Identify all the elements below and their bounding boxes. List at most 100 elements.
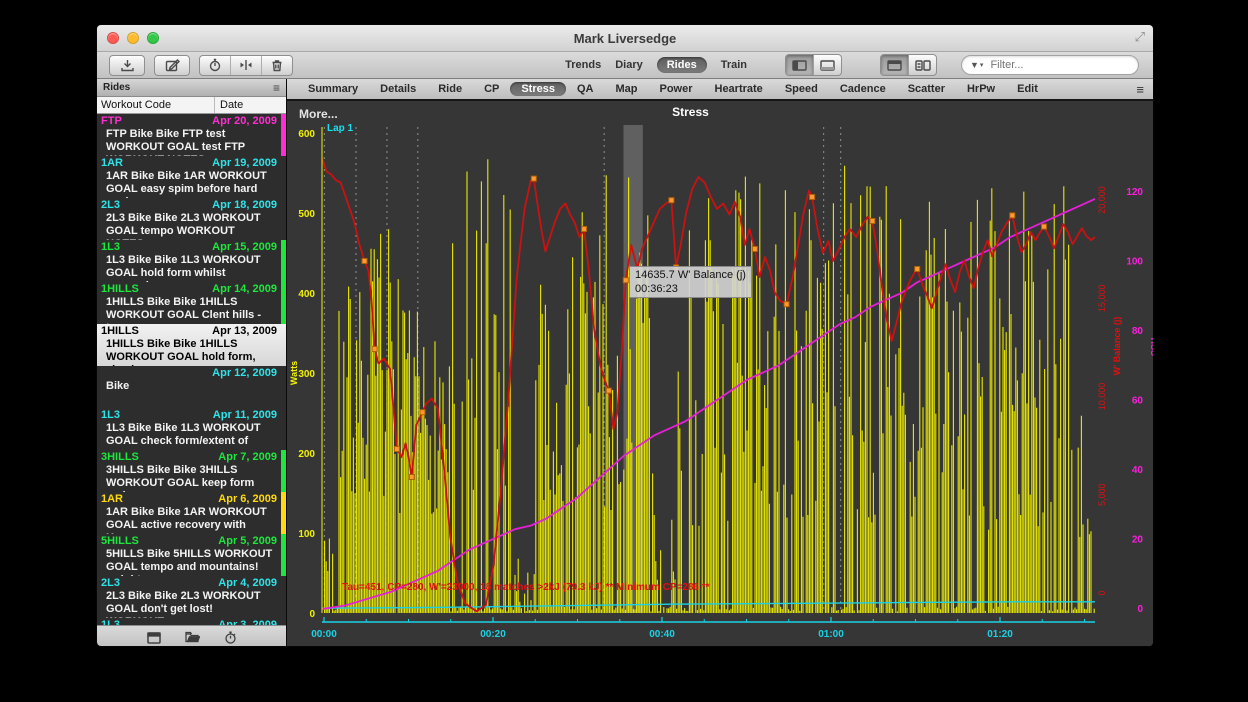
delete-button[interactable] <box>261 56 292 75</box>
main-panel: SummaryDetailsRideCPStressQAMapPowerHear… <box>287 79 1153 647</box>
match-marker <box>784 302 789 307</box>
watts-tick-label: 500 <box>298 209 315 220</box>
compose-icon <box>165 59 180 72</box>
bottombar-layout-icon <box>820 60 835 71</box>
filter-funnel-icon: ▼ <box>970 60 980 70</box>
tiss-tick-label: 120 <box>1126 187 1143 198</box>
app-window: Mark Liversedge ⤢ <box>96 24 1154 647</box>
lap-marker-label: Lap 1 <box>327 123 353 134</box>
stopwatch-tool-icon[interactable] <box>224 631 237 644</box>
match-marker <box>915 267 920 272</box>
single-window-icon <box>887 60 902 71</box>
stress-plot[interactable]: 0100200300400500600Watts00:0000:2000:400… <box>287 101 1154 647</box>
view-diary[interactable]: Diary <box>615 59 643 71</box>
content-area: Rides ≡ Workout Code Date FTPApr 20, 200… <box>97 79 1153 647</box>
ride-item[interactable]: Apr 12, 2009Bike <box>97 366 286 408</box>
ride-item[interactable]: 2L3Apr 4, 20092L3 Bike Bike 2L3 WORKOUT … <box>97 576 286 618</box>
chart-menu-icon[interactable]: ≡ <box>1136 82 1144 97</box>
filter-field[interactable]: ▼ ▾ <box>961 55 1139 75</box>
time-tick-label: 00:40 <box>649 629 675 640</box>
ride-date: Apr 15, 2009 <box>212 241 277 254</box>
single-view-button[interactable] <box>881 55 908 75</box>
column-date[interactable]: Date <box>215 99 286 111</box>
time-tick-label: 01:00 <box>818 629 844 640</box>
tab-heartrate[interactable]: Heartrate <box>704 83 774 95</box>
main-toolbar: Trends Diary Rides Train <box>97 52 1153 79</box>
zoom-button[interactable] <box>147 32 159 44</box>
calendar-icon[interactable] <box>147 631 161 644</box>
stress-chart-pane[interactable]: 0100200300400500600Watts00:0000:2000:400… <box>287 101 1153 647</box>
ride-item[interactable]: 1L3Apr 3, 2009 <box>97 618 286 625</box>
tiled-windows-icon <box>915 60 931 71</box>
tab-scatter[interactable]: Scatter <box>897 83 956 95</box>
match-marker <box>409 475 414 480</box>
ride-item[interactable]: 1ARApr 19, 20091AR Bike Bike 1AR WORKOUT… <box>97 156 286 198</box>
ride-date: Apr 13, 2009 <box>212 325 277 338</box>
ride-item[interactable]: FTPApr 20, 2009FTP Bike Bike FTP test WO… <box>97 114 286 156</box>
match-marker <box>531 176 536 181</box>
chart-title: Stress <box>287 105 1094 119</box>
ride-item[interactable]: 1ARApr 6, 20091AR Bike Bike 1AR WORKOUT … <box>97 492 286 534</box>
split-button[interactable] <box>230 56 261 75</box>
match-marker <box>669 198 674 203</box>
ride-item[interactable]: 1L3Apr 15, 20091L3 Bike Bike 1L3 WORKOUT… <box>97 240 286 282</box>
sidebar-header: Rides ≡ <box>97 79 286 97</box>
column-workout-code[interactable]: Workout Code <box>97 97 215 113</box>
ride-list: FTPApr 20, 2009FTP Bike Bike FTP test WO… <box>97 114 286 625</box>
ride-item[interactable]: 1L3Apr 11, 20091L3 Bike Bike 1L3 WORKOUT… <box>97 408 286 450</box>
ride-item[interactable]: 1HILLSApr 14, 20091HILLS Bike Bike 1HILL… <box>97 282 286 324</box>
tiled-view-button[interactable] <box>908 55 936 75</box>
tab-details[interactable]: Details <box>369 83 427 95</box>
tab-qa[interactable]: QA <box>566 83 605 95</box>
ride-code: 1L3 <box>101 409 120 422</box>
tiss-tick-label: 40 <box>1132 465 1144 476</box>
wbal-tick-label: 0 <box>1097 590 1107 595</box>
window-title: Mark Liversedge <box>574 31 677 46</box>
time-tick-label: 01:20 <box>987 629 1013 640</box>
wbal-tick-label: 20,000 <box>1097 186 1107 214</box>
ride-code: 1AR <box>101 493 123 506</box>
tab-stress[interactable]: Stress <box>510 82 566 96</box>
tab-hrpw[interactable]: HrPw <box>956 83 1006 95</box>
ride-item[interactable]: 5HILLSApr 5, 20095HILLS Bike 5HILLS WORK… <box>97 534 286 576</box>
filter-chevron-icon[interactable]: ▾ <box>980 61 985 69</box>
tab-summary[interactable]: Summary <box>297 83 369 95</box>
tab-map[interactable]: Map <box>604 83 648 95</box>
tab-edit[interactable]: Edit <box>1006 83 1049 95</box>
view-rides[interactable]: Rides <box>657 57 707 73</box>
toggle-sidebar-button[interactable] <box>786 55 813 75</box>
ride-item[interactable]: 3HILLSApr 7, 20093HILLS Bike Bike 3HILLS… <box>97 450 286 492</box>
download-button[interactable] <box>109 55 145 76</box>
tab-speed[interactable]: Speed <box>774 83 829 95</box>
close-button[interactable] <box>107 32 119 44</box>
filter-input[interactable] <box>988 58 1092 72</box>
match-marker <box>362 259 367 264</box>
ride-item[interactable]: 2L3Apr 18, 20092L3 Bike Bike 2L3 WORKOUT… <box>97 198 286 240</box>
match-marker <box>394 447 399 452</box>
ride-item[interactable]: 1HILLSApr 13, 20091HILLS Bike Bike 1HILL… <box>97 324 286 366</box>
time-tick-label: 00:00 <box>311 629 337 640</box>
tab-power[interactable]: Power <box>648 83 703 95</box>
fullscreen-icon[interactable]: ⤢ <box>1135 29 1145 45</box>
interval-button[interactable] <box>200 56 230 75</box>
view-trends[interactable]: Trends <box>565 59 601 71</box>
minimize-button[interactable] <box>127 32 139 44</box>
tab-cp[interactable]: CP <box>473 83 510 95</box>
split-arrows-icon <box>239 59 253 71</box>
ride-code: 1AR <box>101 157 123 170</box>
folder-icon[interactable] <box>185 631 200 643</box>
match-marker <box>606 388 611 393</box>
ride-date: Apr 5, 2009 <box>218 535 277 548</box>
toggle-bottombar-button[interactable] <box>813 55 841 75</box>
ride-code: 3HILLS <box>101 451 139 464</box>
wbal-axis-title: W' Balance (j) <box>1112 317 1122 376</box>
ride-color-bar <box>281 534 286 576</box>
ride-date: Apr 7, 2009 <box>218 451 277 464</box>
tab-ride[interactable]: Ride <box>427 83 473 95</box>
traffic-lights <box>107 32 159 44</box>
sidebar-footer <box>97 625 286 647</box>
compose-button[interactable] <box>154 55 190 76</box>
tab-cadence[interactable]: Cadence <box>829 83 897 95</box>
view-train[interactable]: Train <box>721 59 747 71</box>
sidebar-menu-icon[interactable]: ≡ <box>273 83 280 93</box>
